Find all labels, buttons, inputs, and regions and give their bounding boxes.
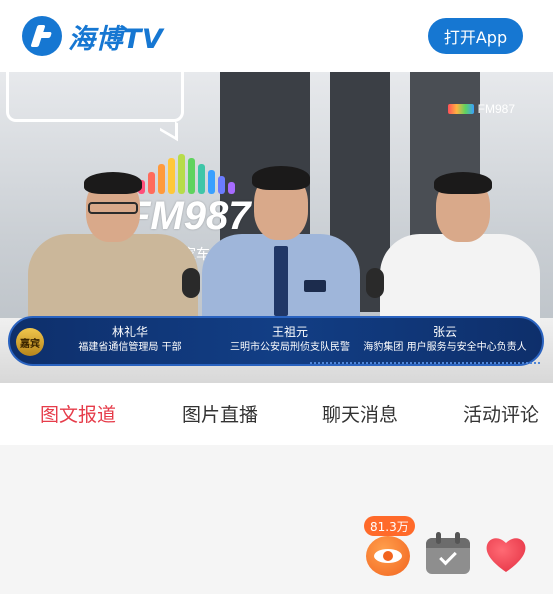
speech-bubble-decoration (6, 72, 184, 122)
tab-bar: 图文报道 图片直播 聊天消息 活动评论 (0, 383, 553, 445)
guest-caption: 张云 海豹集团 用户服务与安全中心负责人 (350, 324, 540, 356)
guest-caption: 王祖元 三明市公安局刑侦支队民警 (210, 324, 370, 356)
guest-right (380, 172, 540, 334)
logo-text: 海博TV (68, 23, 164, 55)
guest-center (202, 162, 360, 334)
watermark-text: FM987 (477, 102, 515, 116)
guest-left (28, 172, 198, 334)
tab-chat-messages[interactable]: 聊天消息 (322, 400, 398, 427)
guest-name: 王祖元 (271, 325, 308, 339)
haibo-tv-logo[interactable]: 海博TV (22, 14, 163, 58)
open-app-button[interactable]: 打开App (428, 18, 523, 54)
guest-title: 海豹集团 用户服务与安全中心负责人 (363, 342, 527, 353)
watermark-bars-icon (447, 104, 474, 114)
haibo-logo-icon (22, 16, 62, 56)
tab-graphic-report[interactable]: 图文报道 (40, 400, 116, 427)
nameplate-dotted-line (310, 362, 540, 364)
tab-photo-live[interactable]: 图片直播 (182, 400, 258, 427)
guest-title: 三明市公安局刑侦支队民警 (230, 342, 350, 353)
microphone-icon (366, 268, 384, 298)
guest-title: 福建省通信管理局 干部 (78, 342, 182, 353)
views-button[interactable]: 81.3万 (364, 516, 415, 576)
station-watermark: FM987 (447, 102, 515, 116)
guest-name: 张云 (432, 325, 457, 339)
top-header: 海博TV 打开App (0, 0, 553, 72)
live-video-player[interactable]: FM987 私家车 FM987 嘉宾 (0, 72, 553, 383)
heart-icon (486, 538, 526, 572)
tab-content-area (0, 445, 553, 594)
calendar-checkin-button[interactable] (426, 532, 470, 574)
guest-nameplate-bar: 嘉宾 林礼华 福建省通信管理局 干部 王祖元 三明市公安局刑侦支队民警 张云 海… (8, 316, 544, 366)
eye-icon (366, 536, 410, 576)
guest-badge-icon: 嘉宾 (16, 328, 44, 356)
microphone-icon (182, 268, 200, 298)
tab-event-comments[interactable]: 活动评论 (463, 400, 539, 427)
views-count-badge: 81.3万 (364, 516, 415, 536)
like-button[interactable] (484, 534, 528, 574)
page: 海博TV 打开App FM987 私家车 FM987 (0, 0, 553, 594)
guest-caption: 林礼华 福建省通信管理局 干部 (50, 324, 210, 356)
guest-name: 林礼华 (111, 325, 148, 339)
